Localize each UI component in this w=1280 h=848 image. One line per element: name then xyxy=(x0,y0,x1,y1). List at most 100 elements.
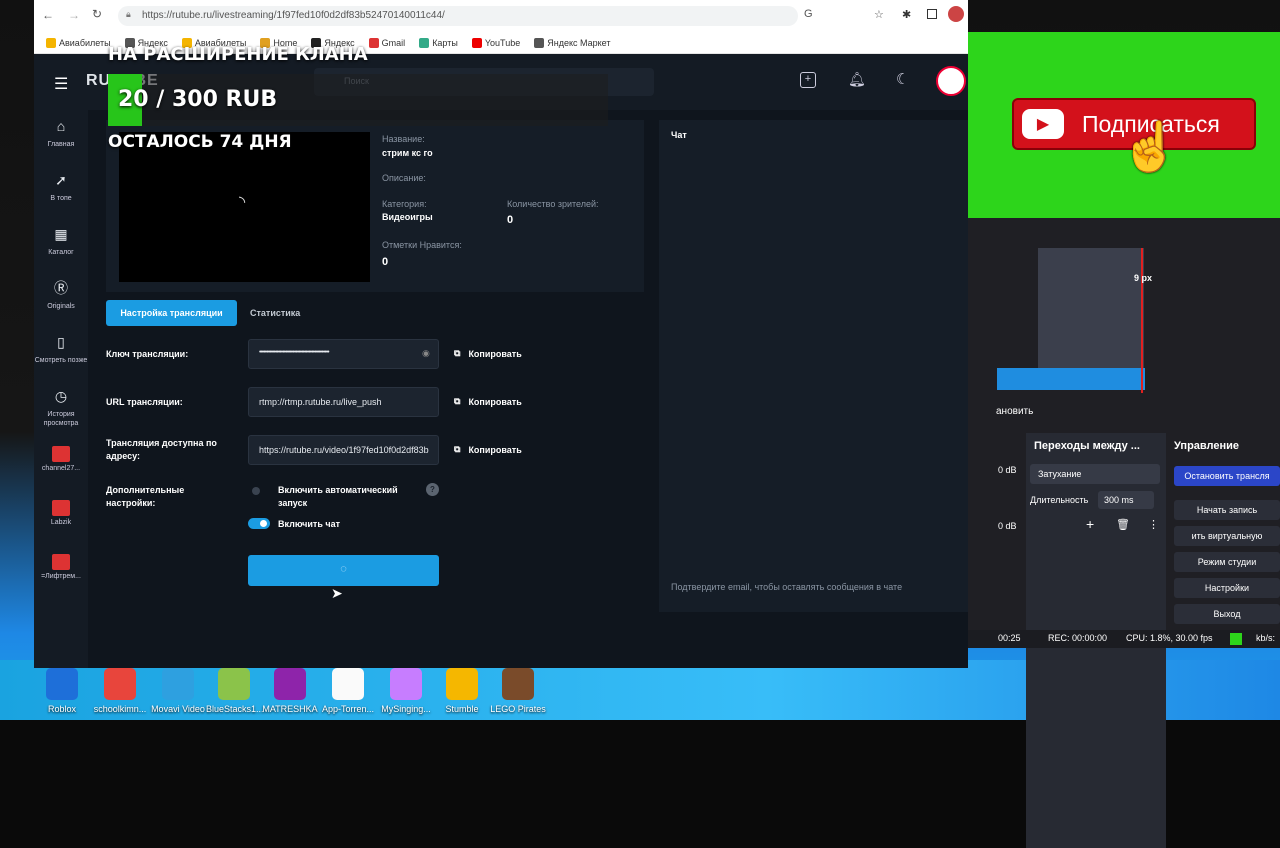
sidebar-item-3[interactable]: Ⓡ Originals xyxy=(34,281,88,311)
copy-key-button[interactable]: ⧉ Копировать xyxy=(454,348,522,359)
transition-select[interactable]: Затухание xyxy=(1030,464,1160,484)
obs-stream-time: 00:25 xyxy=(998,633,1021,643)
desktop-shortcut[interactable]: Movavi Video xyxy=(150,668,206,714)
bookmark-label: YouTube xyxy=(484,37,521,48)
sidebar-item-5[interactable]: ◷ История просмотра xyxy=(34,388,88,428)
obs-status-bar: 00:25 REC: 00:00:00 CPU: 1.8%, 30.00 fps… xyxy=(968,630,1280,648)
sidepanel-icon[interactable] xyxy=(927,9,937,19)
copy-address-button[interactable]: ⧉ Копировать xyxy=(454,444,522,455)
desktop-shortcut[interactable]: Roblox xyxy=(34,668,90,714)
loading-spinner-icon: ◌ xyxy=(340,563,347,575)
sidebar-item-6[interactable]: channel27... xyxy=(34,446,88,473)
back-icon[interactable]: ← xyxy=(42,8,54,22)
bookmark-item[interactable]: Карты xyxy=(419,37,458,48)
obs-control-button-1[interactable]: Начать запись xyxy=(1174,500,1280,520)
hand-cursor-icon: ☝ xyxy=(1120,121,1180,174)
bookmark-item[interactable]: Авиабилеты xyxy=(46,37,111,48)
obs-refresh[interactable]: ановить xyxy=(996,406,1033,417)
bookmark-item[interactable]: Gmail xyxy=(368,37,406,48)
desktop-shortcut[interactable]: LEGO Pirates xyxy=(490,668,546,714)
bookmark-star-icon[interactable]: ☆ xyxy=(874,8,884,21)
auto-start-label: Включить автоматический запуск xyxy=(278,485,398,508)
sidebar-item-0[interactable]: ⌂ Главная xyxy=(34,119,88,149)
desktop-shortcut[interactable]: Stumble xyxy=(434,668,490,714)
obs-preview-bar xyxy=(997,368,1145,390)
bookmark-label: Gmail xyxy=(381,37,406,48)
lock-icon: 🔒︎ xyxy=(126,9,131,19)
desktop-shortcut[interactable]: MySinging... xyxy=(378,668,434,714)
obs-control-button-2[interactable]: ить виртуальную xyxy=(1174,526,1280,546)
browser-toolbar: ← → ↻ https://rutube.ru/livestreaming/1f… xyxy=(34,0,968,32)
obs-control-button-0[interactable]: Остановить трансля xyxy=(1174,466,1280,486)
reload-icon[interactable]: ↻ xyxy=(92,7,102,21)
sidebar-item-1[interactable]: ➚ В топе xyxy=(34,173,88,203)
shortcut-label: MATRESHKA xyxy=(262,704,318,714)
google-icon[interactable]: G xyxy=(804,8,813,20)
bookmark-favicon-icon xyxy=(534,37,545,48)
sidebar-item-4[interactable]: ▯ Смотреть позже xyxy=(34,335,88,365)
obs-control-button-3[interactable]: Режим студии xyxy=(1174,552,1280,572)
add-transition-icon[interactable]: + xyxy=(1086,516,1094,532)
obs-control-button-5[interactable]: Выход xyxy=(1174,604,1280,624)
desktop-shortcut[interactable]: MATRESHKA xyxy=(262,668,318,714)
notification-bell-icon[interactable]: 🔔︎ xyxy=(848,71,866,88)
tab-statistics[interactable]: Статистика xyxy=(250,308,300,318)
bookmark-favicon-icon xyxy=(471,37,482,48)
sidebar-item-label: Смотреть позже xyxy=(34,357,88,364)
upload-icon[interactable]: + xyxy=(800,72,816,88)
mouse-cursor: ➤ xyxy=(331,585,343,601)
sidebar-item-label: Originals xyxy=(47,303,75,310)
history-icon: ◷ xyxy=(54,388,68,404)
copy-url-button[interactable]: ⧉ Копировать xyxy=(454,396,522,407)
theme-moon-icon[interactable]: ☾ xyxy=(896,70,909,88)
obs-control-button-4[interactable]: Настройки xyxy=(1174,578,1280,598)
menu-icon[interactable]: ☰ xyxy=(54,74,68,94)
extensions-icon[interactable]: ✱ xyxy=(902,8,911,21)
sidebar-item-label: Главная xyxy=(47,141,75,148)
help-icon[interactable]: ? xyxy=(426,483,439,496)
more-icon[interactable]: ⋮ xyxy=(1148,518,1159,531)
stream-address-label: Трансляция доступна по адресу: xyxy=(106,438,217,461)
desktop-shortcut[interactable]: App-Torren... xyxy=(320,668,376,714)
app-icon xyxy=(446,668,478,700)
eye-icon[interactable]: ◉ xyxy=(422,348,430,359)
viewers-label: Количество зрителей: xyxy=(507,199,599,209)
start-stream-button[interactable]: ◌ xyxy=(248,555,439,586)
desktop-shortcut[interactable]: BlueStacks1... xyxy=(206,668,264,714)
address-bar[interactable]: https://rutube.ru/livestreaming/1f97fed1… xyxy=(118,6,798,26)
category-value: Видеоигры xyxy=(382,212,433,222)
stream-url-field[interactable]: rtmp://rtmp.rutube.ru/live_push xyxy=(248,387,439,417)
stream-address-field[interactable]: https://rutube.ru/video/1f97fed10f0d2df8… xyxy=(248,435,439,465)
desktop-shortcut[interactable]: schoolkimn... xyxy=(92,668,148,714)
obs-guide-line xyxy=(1141,248,1143,393)
video-preview[interactable]: ◝ xyxy=(119,132,370,282)
app-icon xyxy=(390,668,422,700)
sidebar-item-8[interactable]: =Лифтрем... xyxy=(34,554,88,581)
tab-stream-settings[interactable]: Настройка трансляции xyxy=(106,300,237,326)
app-icon xyxy=(46,668,78,700)
extra-settings-label: Дополнительные настройки: xyxy=(106,485,185,508)
bookmark-item[interactable]: Яндекс Маркет xyxy=(534,37,610,48)
profile-avatar[interactable] xyxy=(948,6,964,22)
app-icon xyxy=(502,668,534,700)
sidebar-item-7[interactable]: Labzik xyxy=(34,500,88,527)
duration-input[interactable]: 300 ms xyxy=(1098,491,1154,509)
bookmark-item[interactable]: YouTube xyxy=(471,37,521,48)
stream-key-field[interactable]: ••••••••••••••••••••••••••••••••••••••••… xyxy=(248,339,439,369)
app-icon xyxy=(104,668,136,700)
rutube-sidebar: ⌂ Главная ➚ В топе ▦ Каталог Ⓡ Originals ▯ Смотре… xyxy=(34,110,88,668)
sidebar-item-2[interactable]: ▦ Каталог xyxy=(34,226,88,257)
obs-kbs: kb/s: xyxy=(1256,633,1276,643)
forward-icon[interactable]: → xyxy=(68,8,80,22)
auto-start-toggle[interactable] xyxy=(252,487,260,495)
catalog-icon: ▦ xyxy=(54,226,68,242)
bookmark-favicon-icon xyxy=(368,37,379,48)
sidebar-item-label: Labzik xyxy=(50,519,72,526)
trash-icon[interactable]: 🗑︎ xyxy=(1116,518,1130,531)
user-avatar[interactable] xyxy=(936,66,966,96)
duration-label: Длительность xyxy=(1030,495,1089,505)
app-icon xyxy=(332,668,364,700)
shortcut-label: Stumble xyxy=(445,704,479,714)
chat-toggle[interactable] xyxy=(248,518,270,529)
loading-spinner-icon: ◝ xyxy=(239,194,246,211)
